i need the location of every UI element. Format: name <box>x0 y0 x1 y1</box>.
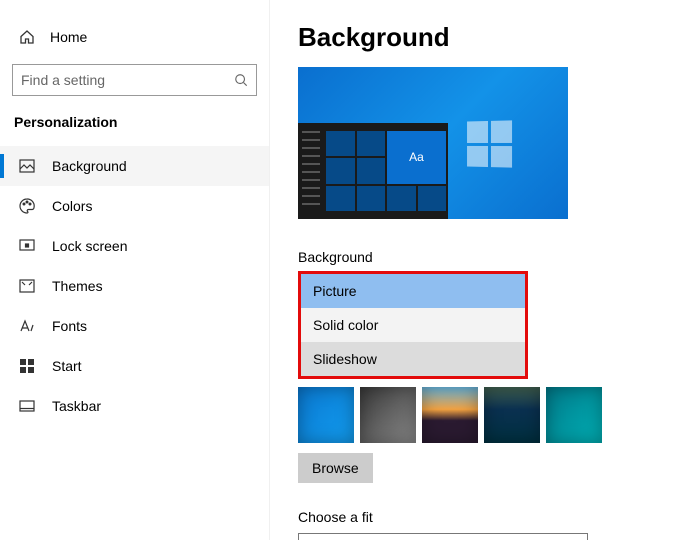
sidebar-item-background[interactable]: Background <box>0 146 269 186</box>
home-nav[interactable]: Home <box>0 22 269 52</box>
home-icon <box>18 28 36 46</box>
sidebar-item-label: Taskbar <box>52 398 101 414</box>
preview-tiles: Aa <box>326 131 446 211</box>
sidebar-item-colors[interactable]: Colors <box>0 186 269 226</box>
palette-icon <box>18 197 36 215</box>
taskbar-icon <box>18 397 36 415</box>
settings-sidebar: Home Find a setting Personalization Back… <box>0 0 270 540</box>
picture-thumbnail-row <box>298 387 666 443</box>
category-label: Personalization <box>0 106 269 140</box>
preview-menu-list <box>302 131 320 211</box>
picture-thumbnail[interactable] <box>298 387 354 443</box>
picture-thumbnail[interactable] <box>422 387 478 443</box>
desktop-preview: Aa <box>298 67 568 219</box>
fonts-icon <box>18 317 36 335</box>
main-panel: Background Aa Background Picture Solid c… <box>270 0 690 540</box>
fit-dropdown[interactable]: Fill <box>298 533 588 540</box>
sidebar-item-label: Fonts <box>52 318 87 334</box>
background-label: Background <box>298 249 666 265</box>
search-icon <box>234 73 248 87</box>
background-option-picture[interactable]: Picture <box>301 274 525 308</box>
picture-icon <box>18 157 36 175</box>
sidebar-item-taskbar[interactable]: Taskbar <box>0 386 269 426</box>
picture-thumbnail[interactable] <box>546 387 602 443</box>
start-icon <box>18 357 36 375</box>
page-title: Background <box>298 22 666 53</box>
sidebar-item-label: Colors <box>52 198 92 214</box>
sidebar-item-label: Lock screen <box>52 238 127 254</box>
sidebar-item-label: Themes <box>52 278 103 294</box>
lock-screen-icon <box>18 237 36 255</box>
sidebar-item-label: Start <box>52 358 82 374</box>
sidebar-item-label: Background <box>52 158 127 174</box>
browse-button[interactable]: Browse <box>298 453 373 483</box>
themes-icon <box>18 277 36 295</box>
sidebar-item-fonts[interactable]: Fonts <box>0 306 269 346</box>
background-option-solid-color[interactable]: Solid color <box>301 308 525 342</box>
sidebar-item-themes[interactable]: Themes <box>0 266 269 306</box>
background-option-slideshow[interactable]: Slideshow <box>301 342 525 376</box>
sidebar-item-lock-screen[interactable]: Lock screen <box>0 226 269 266</box>
search-placeholder: Find a setting <box>21 72 105 88</box>
sidebar-item-start[interactable]: Start <box>0 346 269 386</box>
background-dropdown-open[interactable]: Picture Solid color Slideshow <box>298 271 528 379</box>
sidebar-nav: Background Colors Lock screen Themes Fon… <box>0 146 269 426</box>
preview-sample-tile: Aa <box>387 131 446 184</box>
picture-thumbnail[interactable] <box>484 387 540 443</box>
fit-label: Choose a fit <box>298 509 666 525</box>
search-input[interactable]: Find a setting <box>12 64 257 96</box>
home-label: Home <box>50 29 87 45</box>
picture-thumbnail[interactable] <box>360 387 416 443</box>
windows-logo-icon <box>467 120 512 167</box>
